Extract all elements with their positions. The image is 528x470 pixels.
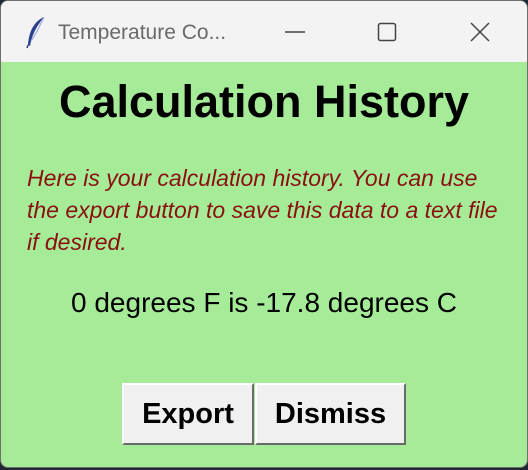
dialog-content: Calculation History Here is your calcula…	[1, 62, 527, 467]
history-description: Here is your calculation history. You ca…	[27, 165, 498, 255]
maximize-icon	[377, 22, 397, 42]
app-window: Temperature Co... Calculation History He…	[0, 0, 528, 468]
export-button[interactable]: Export	[122, 383, 254, 445]
feather-icon	[26, 16, 45, 49]
title-bar[interactable]: Temperature Co...	[1, 1, 527, 62]
maximize-button[interactable]	[364, 13, 410, 51]
close-button[interactable]	[457, 13, 503, 51]
minimize-button[interactable]	[272, 13, 318, 51]
window-title: Temperature Co...	[58, 21, 227, 44]
history-entry: 0 degrees F is -17.8 degrees C	[71, 287, 457, 318]
page-title: Calculation History	[58, 76, 470, 127]
minimize-icon	[285, 31, 305, 33]
dismiss-button[interactable]: Dismiss	[255, 383, 406, 445]
close-icon	[470, 22, 490, 42]
